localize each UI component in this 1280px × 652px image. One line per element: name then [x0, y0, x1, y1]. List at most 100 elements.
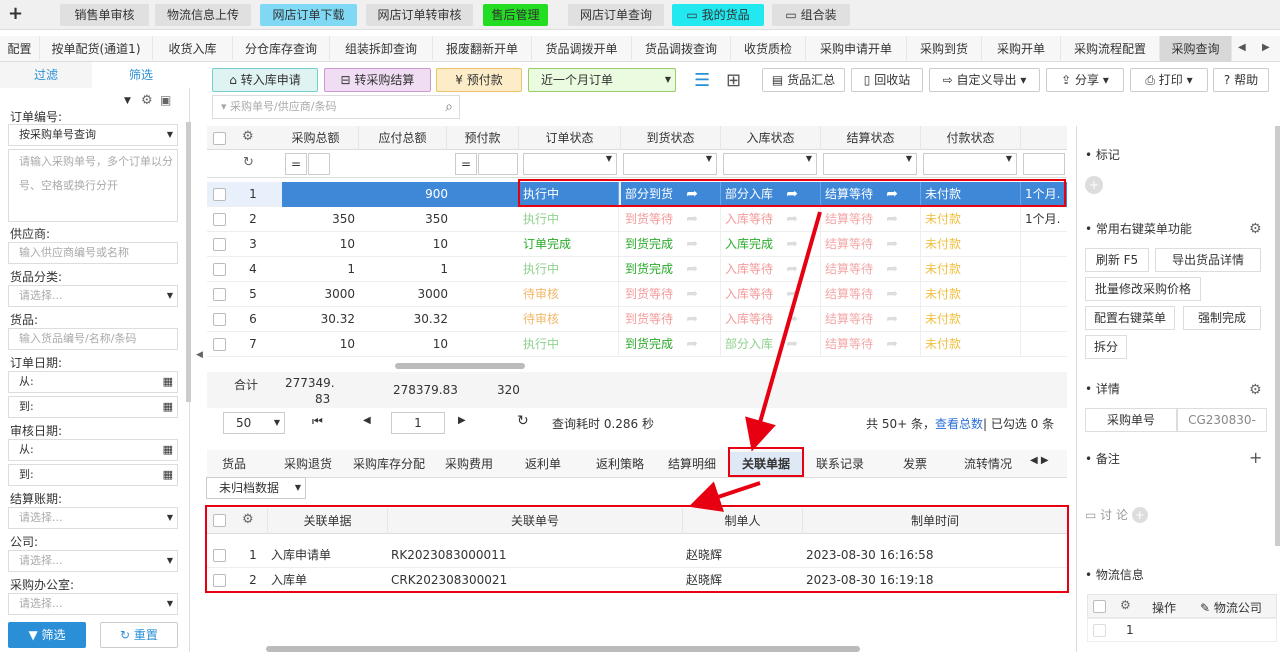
settle-status-filter[interactable]	[823, 153, 917, 175]
row-checkbox[interactable]	[213, 313, 226, 326]
page-size-select[interactable]: 50	[223, 412, 285, 434]
forward-icon[interactable]: ➦	[886, 282, 898, 307]
recycle-button[interactable]: ▯ 回收站	[851, 68, 923, 92]
related-row[interactable]: 2 入库单 CRK202308300021 赵晓辉 2023-08-30 16:19:1…	[207, 568, 1067, 593]
row-checkbox[interactable]	[213, 263, 226, 276]
top-tab-8[interactable]: ▭ 组合装	[772, 4, 850, 26]
col-header-5[interactable]: 到货状态	[621, 126, 721, 150]
pay-status-filter[interactable]	[923, 153, 1017, 175]
eq-operator[interactable]: =	[285, 153, 307, 175]
order-date-to[interactable]: 到: ▦	[8, 396, 178, 418]
top-tab-1[interactable]: 销售单审核	[60, 4, 149, 26]
bottom-tab-7[interactable]: 结算明细	[655, 452, 729, 476]
share-button[interactable]: ⇪ 分享 ▾	[1046, 68, 1124, 92]
forward-icon[interactable]: ➦	[886, 207, 898, 232]
module-tab-3[interactable]: 收货入库	[153, 36, 233, 62]
help-button[interactable]: ? 帮助	[1213, 68, 1269, 92]
col-header-2[interactable]: 应付总额	[359, 126, 447, 150]
tab-prev-icon[interactable]: ◀	[1238, 42, 1246, 53]
table-row[interactable]: 1900900执行中部分到货 ➦部分入库 ➦结算等待 ➦未付款1个月.	[207, 182, 1067, 207]
order-no-textarea[interactable]: 请输入采购单号，多个订单以分号、空格或换行分开	[8, 149, 178, 222]
right-scrollbar[interactable]	[1275, 126, 1280, 546]
eq-operator[interactable]: =	[455, 153, 477, 175]
top-tab-2[interactable]: 物流信息上传	[155, 4, 251, 26]
gear-icon[interactable]: ⚙	[141, 93, 153, 108]
bottom-tab-8[interactable]: 关联单据	[728, 452, 804, 476]
company-select[interactable]: 请选择...	[8, 550, 178, 572]
save-icon[interactable]: ▣	[160, 93, 171, 107]
reset-button[interactable]: ↻ 重置	[100, 622, 178, 648]
forward-icon[interactable]: ➦	[686, 182, 698, 207]
table-row[interactable]: 2 350 350 执行中 到货等待 ➦ 入库等待 ➦ 结算等待 ➦ 未付款 1个月.	[207, 207, 1067, 232]
prev-page-icon[interactable]: ◀	[363, 415, 371, 426]
col-header-4[interactable]: 订单状态	[519, 126, 621, 150]
goods-summary-button[interactable]: ▤ 货品汇总	[762, 68, 845, 92]
module-tab-4[interactable]: 分仓库存查询	[233, 36, 330, 62]
module-tab-6[interactable]: 报废翻新开单	[433, 36, 532, 62]
extra-filter[interactable]	[1023, 153, 1065, 175]
row-checkbox[interactable]	[1093, 624, 1106, 637]
forward-icon[interactable]: ➦	[786, 332, 798, 357]
table-row[interactable]: 6 30.32 30.32 待审核 到货等待 ➦ 入库等待 ➦ 结算等待 ➦ 未付款	[207, 307, 1067, 332]
module-tab-14[interactable]: 采购查询	[1160, 36, 1232, 62]
row-checkbox[interactable]	[213, 213, 226, 226]
bottom-tab-6[interactable]: 返利策略	[584, 452, 656, 476]
order-no-select[interactable]: 按采购单号查询	[8, 124, 178, 146]
batch-price-button[interactable]: 批量修改采购价格	[1085, 277, 1201, 301]
prepay-filter-input[interactable]	[478, 153, 518, 175]
module-tab-1[interactable]: 配置	[0, 36, 40, 62]
col-header-6[interactable]: 入库状态	[721, 126, 821, 150]
bottom-tab-1[interactable]: 货品	[208, 452, 260, 476]
supplier-input[interactable]: 输入供应商编号或名称	[8, 242, 178, 264]
view-total-link[interactable]: 查看总数	[935, 417, 983, 431]
row-checkbox[interactable]	[213, 288, 226, 301]
column-settings-icon[interactable]: ⚙	[242, 129, 254, 144]
refresh-f5-button[interactable]: 刷新 F5	[1085, 248, 1149, 272]
export-button[interactable]: ⇨ 自定义导出 ▾	[929, 68, 1040, 92]
search-input[interactable]: ▾ 采购单号/供应商/条码 ⌕	[212, 95, 460, 119]
order-status-filter[interactable]	[523, 153, 617, 175]
forward-icon[interactable]: ➦	[686, 307, 698, 332]
discuss-label[interactable]: ▭ 讨 论 +	[1085, 506, 1148, 523]
grid-view-icon[interactable]: ⊞	[726, 70, 741, 91]
bottom-tab-11[interactable]: 流转情况	[952, 452, 1024, 476]
caret-down-icon[interactable]: ▼	[124, 96, 131, 106]
logistics-select-all[interactable]	[1093, 600, 1106, 613]
period-select[interactable]: 近一个月订单	[528, 68, 676, 92]
row-checkbox[interactable]	[213, 238, 226, 251]
bottom-tab-4[interactable]: 采购费用	[432, 452, 506, 476]
forward-icon[interactable]: ➦	[886, 182, 898, 207]
module-tab-5[interactable]: 组装拆卸查询	[330, 36, 433, 62]
related-h-scrollbar[interactable]	[266, 646, 860, 652]
column-settings-icon[interactable]: ⚙	[1120, 598, 1131, 612]
module-tab-9[interactable]: 收货质检	[731, 36, 806, 62]
grid-h-scrollbar[interactable]	[395, 363, 525, 369]
tab-filter[interactable]: 过滤	[0, 62, 92, 88]
module-tab-13[interactable]: 采购流程配置	[1061, 36, 1160, 62]
row-checkbox[interactable]	[213, 338, 226, 351]
forward-icon[interactable]: ➦	[886, 232, 898, 257]
force-complete-button[interactable]: 强制完成	[1183, 306, 1261, 330]
export-goods-detail-button[interactable]: 导出货品详情	[1155, 248, 1261, 272]
first-page-icon[interactable]: ⏮	[312, 414, 323, 429]
module-tab-12[interactable]: 采购开单	[982, 36, 1061, 62]
next-page-icon[interactable]: ▶	[458, 415, 466, 426]
table-row[interactable]: 7 10 10 执行中 到货完成 ➦ 部分入库 ➦ 结算等待 ➦ 未付款	[207, 332, 1067, 357]
forward-icon[interactable]: ➦	[786, 207, 798, 232]
forward-icon[interactable]: ➦	[686, 282, 698, 307]
col-header-8[interactable]: 付款状态	[921, 126, 1021, 150]
top-tab-4[interactable]: 网店订单转审核	[366, 4, 473, 26]
related-select-all[interactable]	[213, 514, 226, 527]
forward-icon[interactable]: ➦	[686, 257, 698, 282]
add-mark-icon[interactable]: +	[1085, 176, 1103, 194]
filter-button[interactable]: ▼ 筛选	[8, 622, 86, 648]
settle-select[interactable]: 请选择...	[8, 507, 178, 529]
row-checkbox[interactable]	[213, 188, 226, 201]
to-inbound-button[interactable]: ⌂ 转入库申请	[212, 68, 318, 92]
col-header-7[interactable]: 结算状态	[821, 126, 921, 150]
audit-date-from[interactable]: 从: ▦	[8, 439, 178, 461]
forward-icon[interactable]: ➦	[686, 332, 698, 357]
row-checkbox[interactable]	[213, 549, 226, 562]
logistics-row[interactable]: 1	[1087, 618, 1277, 642]
forward-icon[interactable]: ➦	[786, 282, 798, 307]
